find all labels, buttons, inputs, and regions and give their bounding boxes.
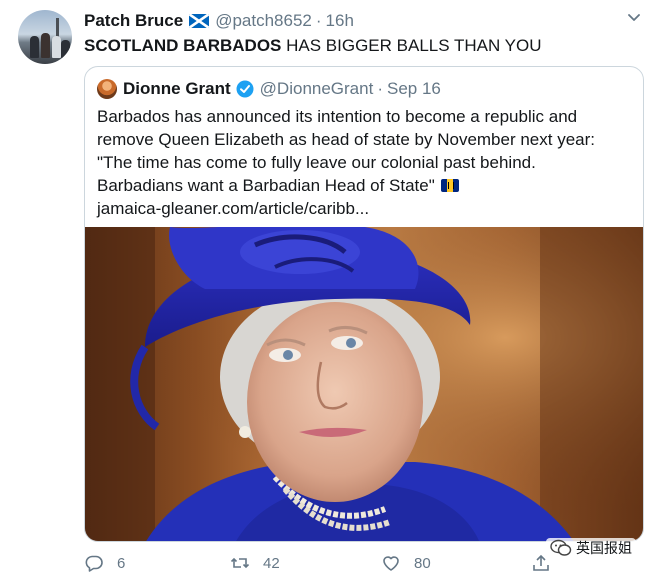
tweet-text-bold: SCOTLAND BARBADOS — [84, 36, 282, 55]
like-button[interactable]: 80 — [381, 552, 431, 574]
retweet-button[interactable]: 42 — [230, 552, 280, 574]
quoted-date[interactable]: Sep 16 — [387, 79, 441, 99]
reply-button[interactable]: 6 — [84, 552, 125, 574]
quoted-author-name[interactable]: Dionne Grant — [123, 79, 231, 99]
like-count: 80 — [414, 554, 431, 572]
tweet-timestamp[interactable]: 16h — [326, 11, 354, 31]
retweet-icon — [230, 557, 250, 569]
barbados-flag-icon — [440, 179, 459, 192]
quoted-separator-dot: · — [377, 79, 383, 98]
watermark-text: 英国报姐 — [576, 540, 632, 556]
scotland-flag-icon — [189, 14, 210, 28]
author-name[interactable]: Patch Bruce — [84, 11, 183, 31]
heart-icon — [383, 556, 399, 571]
quoted-text-line-4: Barbadians want a Barbadian Head of Stat… — [97, 176, 435, 195]
quoted-header: Dionne Grant @DionneGrant · Sep 16 — [97, 78, 441, 100]
quoted-tweet[interactable]: Dionne Grant @DionneGrant · Sep 16 Barba… — [84, 66, 644, 542]
retweet-count: 42 — [263, 554, 280, 572]
quoted-text-line: "The time has come to fully leave our co… — [97, 153, 536, 172]
author-handle[interactable]: @patch8652 — [215, 11, 312, 31]
reply-count: 6 — [117, 554, 126, 572]
watermark: 英国报姐 — [546, 538, 636, 558]
avatar[interactable] — [18, 10, 72, 64]
tweet-text: SCOTLAND BARBADOS HAS BIGGER BALLS THAN … — [84, 35, 542, 57]
quoted-text-line: remove Queen Elizabeth as head of state … — [97, 130, 595, 149]
quoted-text-line: Barbadians want a Barbadian Head of Stat… — [97, 174, 637, 197]
separator-dot: · — [315, 11, 322, 30]
verified-badge-icon — [236, 80, 254, 98]
quoted-author-handle[interactable]: @DionneGrant — [260, 79, 374, 99]
quoted-photo[interactable] — [85, 227, 643, 541]
tweet-text-rest: HAS BIGGER BALLS THAN YOU — [281, 36, 542, 55]
tweet-card[interactable]: Patch Bruce @patch8652 · 16h SCOTLAND BA… — [0, 0, 661, 578]
quoted-text: Barbados has announced its intention to … — [97, 105, 637, 220]
chevron-down-icon[interactable] — [626, 11, 642, 25]
wechat-icon — [550, 539, 572, 556]
tweet-header: Patch Bruce @patch8652 · 16h — [84, 10, 354, 32]
reply-icon — [85, 555, 103, 572]
quoted-text-line: Barbados has announced its intention to … — [97, 107, 578, 126]
quoted-avatar[interactable] — [97, 79, 117, 99]
quoted-link[interactable]: jamaica-gleaner.com/article/caribb... — [97, 197, 637, 220]
